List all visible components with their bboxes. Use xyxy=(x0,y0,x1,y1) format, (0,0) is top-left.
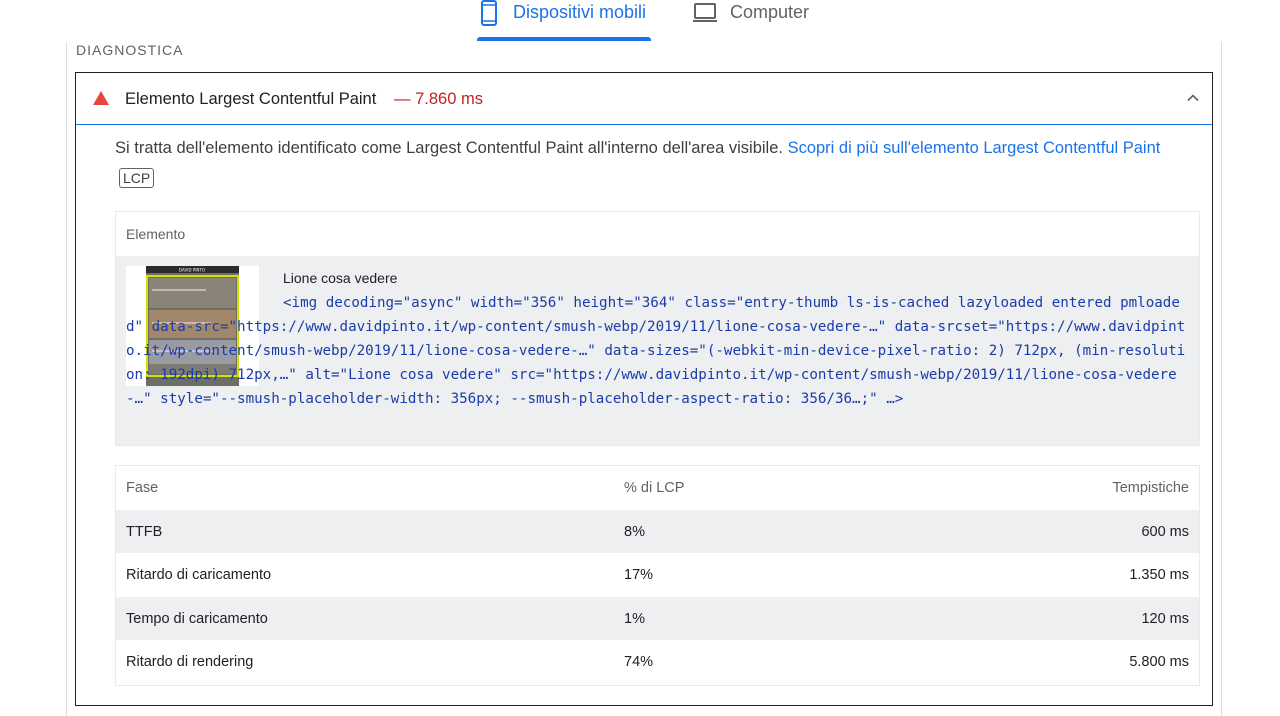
tab-desktop[interactable]: Computer xyxy=(692,0,832,42)
element-node-label: Lione cosa vedere xyxy=(283,270,398,286)
chevron-up-icon[interactable] xyxy=(1186,91,1200,105)
tab-mobile[interactable]: Dispositivi mobili xyxy=(477,0,651,42)
phase-percentage: 17% xyxy=(624,567,654,583)
phase-table-header: Fase % di LCP Tempistiche xyxy=(116,466,1199,510)
phase-percentage: 74% xyxy=(624,654,654,670)
element-row[interactable]: DAVID PINTO Lione cosa vedere <img decod… xyxy=(116,256,1199,445)
device-tabs: Dispositivi mobili Computer xyxy=(0,0,1280,42)
learn-more-link[interactable]: Scopri di più sull'elemento Largest Cont… xyxy=(788,139,1161,157)
lcp-phase-table: Fase % di LCP Tempistiche TTFB 8% 600 ms… xyxy=(115,465,1200,686)
time-column-header: Tempistiche xyxy=(1112,480,1189,496)
active-tab-indicator xyxy=(477,37,651,41)
phase-column-header: Fase xyxy=(126,480,159,496)
element-table-header: Elemento xyxy=(116,212,1199,256)
element-table: Elemento DAVID PINTO Lione cosa vedere <… xyxy=(115,211,1200,446)
audit-title: Elemento Largest Contentful Paint xyxy=(125,90,377,108)
audit-display-value: — 7.860 ms xyxy=(394,90,483,108)
phase-name: Ritardo di caricamento xyxy=(126,567,272,583)
pct-column-header: % di LCP xyxy=(624,480,685,496)
laptop-icon xyxy=(693,3,717,22)
phase-timing: 5.800 ms xyxy=(1129,654,1189,670)
panel-right-border xyxy=(1221,42,1222,716)
phase-percentage: 1% xyxy=(624,610,645,627)
table-row: Tempo di caricamento 1% 120 ms xyxy=(116,596,1199,640)
section-title: DIAGNOSTICA xyxy=(76,42,184,58)
phase-name: Tempo di caricamento xyxy=(126,610,268,627)
table-row: Ritardo di caricamento 17% 1.350 ms xyxy=(116,553,1199,597)
smartphone-icon xyxy=(481,0,497,26)
thumbnail-site-name: DAVID PINTO xyxy=(179,268,205,273)
phase-name: Ritardo di rendering xyxy=(126,654,254,670)
phase-percentage: 8% xyxy=(624,523,645,540)
table-row: Ritardo di rendering 74% 5.800 ms xyxy=(116,640,1199,684)
phase-timing: 1.350 ms xyxy=(1129,567,1189,583)
audit-description: Si tratta dell'elemento identificato com… xyxy=(115,136,1195,160)
lcp-badge: LCP xyxy=(119,168,155,188)
phase-name: TTFB xyxy=(126,523,163,540)
lcp-element-audit: Elemento Largest Contentful Paint — 7.86… xyxy=(75,72,1213,706)
phase-timing: 120 ms xyxy=(1141,610,1189,627)
tab-desktop-label: Computer xyxy=(730,2,810,22)
element-column-header: Elemento xyxy=(126,226,186,242)
table-row: TTFB 8% 600 ms xyxy=(116,509,1199,553)
element-code-snippet: <img decoding="async" width="356" height… xyxy=(126,295,1186,407)
fail-triangle-icon xyxy=(93,91,109,105)
tab-mobile-label: Dispositivi mobili xyxy=(513,2,647,22)
audit-header[interactable]: Elemento Largest Contentful Paint — 7.86… xyxy=(76,73,1212,125)
panel-left-border xyxy=(66,42,67,716)
phase-timing: 600 ms xyxy=(1141,523,1189,540)
description-text: Si tratta dell'elemento identificato com… xyxy=(115,139,783,157)
